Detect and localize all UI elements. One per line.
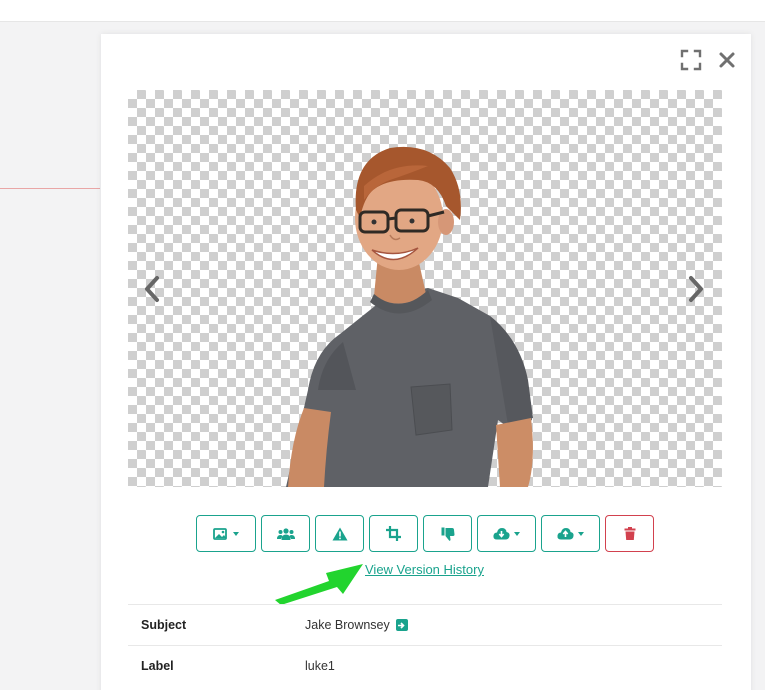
annotation-arrow-icon xyxy=(275,564,363,605)
image-menu-button[interactable] xyxy=(196,515,256,552)
label-value: luke1 xyxy=(305,659,335,673)
reject-button[interactable] xyxy=(423,515,472,552)
label-text: luke1 xyxy=(305,659,335,673)
label-label: Label xyxy=(141,659,174,673)
flag-issue-button[interactable] xyxy=(315,515,364,552)
fullscreen-icon[interactable] xyxy=(679,48,703,72)
image-toolbar xyxy=(196,515,654,552)
view-version-history-link[interactable]: View Version History xyxy=(365,562,484,577)
image-modal: View Version History Subject Jake Browns… xyxy=(101,34,751,690)
table-row: Subject Jake Brownsey xyxy=(128,604,722,645)
download-button[interactable] xyxy=(477,515,536,552)
cloud-download-icon xyxy=(493,528,510,540)
image-icon xyxy=(213,527,227,540)
subject-photo xyxy=(286,146,533,487)
warning-triangle-icon xyxy=(332,527,347,540)
open-subject-icon[interactable] xyxy=(395,619,408,631)
crop-button[interactable] xyxy=(369,515,418,552)
subject-label: Subject xyxy=(141,618,187,632)
trash-icon xyxy=(624,527,635,540)
caret-down-icon xyxy=(514,531,520,536)
background-divider xyxy=(0,188,100,189)
subject-value: Jake Brownsey xyxy=(305,618,408,632)
caret-down-icon xyxy=(578,531,584,536)
table-row: Label luke1 xyxy=(128,645,722,686)
delete-button[interactable] xyxy=(605,515,654,552)
group-button[interactable] xyxy=(261,515,310,552)
top-bar xyxy=(0,0,765,22)
crop-icon xyxy=(386,526,401,541)
chevron-left-icon[interactable] xyxy=(140,274,164,304)
close-x-icon[interactable] xyxy=(715,48,739,72)
details-table: Subject Jake Brownsey Label luke1 xyxy=(128,604,722,686)
cloud-upload-icon xyxy=(557,528,574,540)
caret-down-icon xyxy=(233,531,239,536)
thumbs-down-icon xyxy=(441,527,454,541)
chevron-right-icon[interactable] xyxy=(684,274,708,304)
image-viewer xyxy=(128,90,722,487)
users-icon xyxy=(276,527,295,540)
subject-name: Jake Brownsey xyxy=(305,618,390,632)
upload-button[interactable] xyxy=(541,515,600,552)
